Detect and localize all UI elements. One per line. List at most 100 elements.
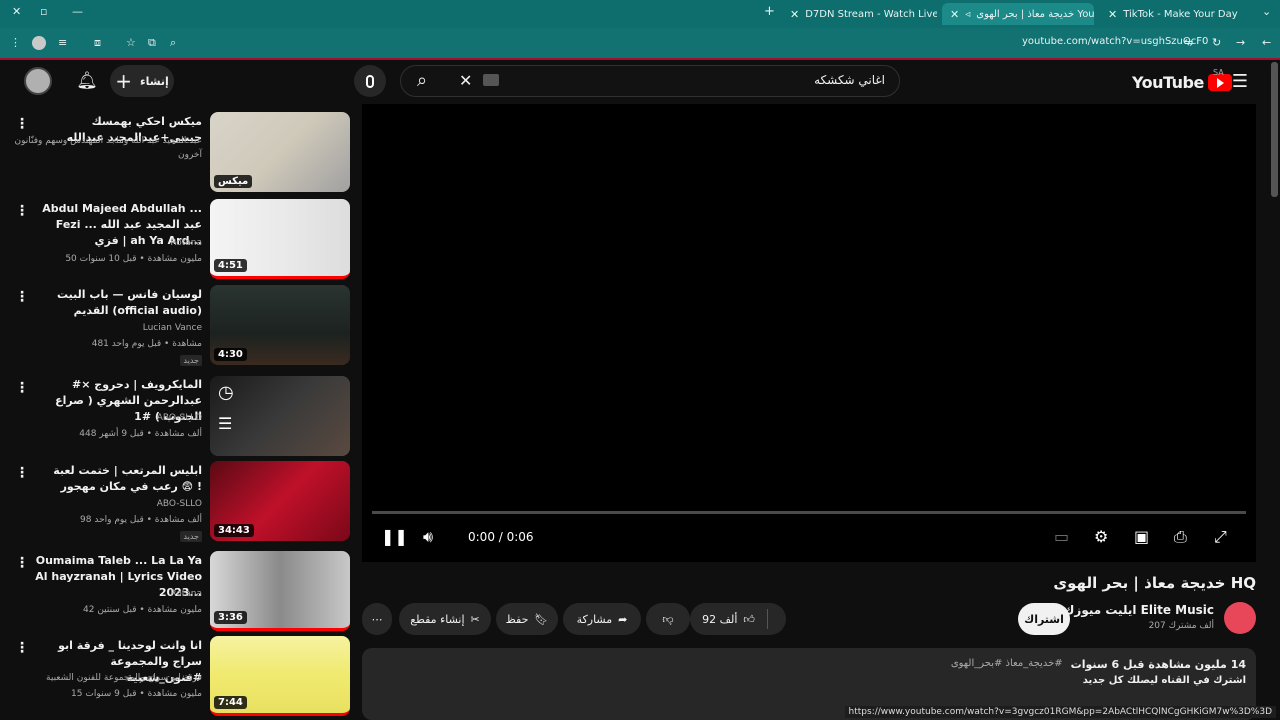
channel-avatar[interactable] <box>1224 602 1256 634</box>
address-bar: ← → ↻ ⇋ youtube.com/watch?v=usghSzuQcF0 … <box>0 28 1280 58</box>
close-icon[interactable]: ✕ <box>12 5 21 18</box>
maximize-icon[interactable]: ▫ <box>40 5 47 18</box>
settings-gear-icon[interactable]: ⚙ <box>1094 527 1108 546</box>
save-label: حفظ <box>505 612 529 626</box>
channel-name[interactable]: عبد المجيد عبد الله وماجد المهندس وسهم و… <box>12 134 202 162</box>
keyboard-icon[interactable] <box>483 74 499 86</box>
share-button[interactable]: مشاركة ➦ <box>563 603 641 635</box>
channel-name-main[interactable]: ايليت ميوزك Elite Music <box>1063 603 1214 617</box>
clip-button[interactable]: إنشاء مقطع ✂ <box>399 603 491 635</box>
bookmark-icon: 🔖︎ <box>534 612 549 626</box>
mix-badge: ميكس <box>214 175 253 188</box>
scissors-icon: ✂ <box>470 612 480 626</box>
video-title[interactable]: لوسيان فانس — باب البيت القديم (official… <box>32 287 202 319</box>
video-views: 481 مشاهدة • قبل يوم واحد <box>91 339 202 349</box>
new-tab-button[interactable]: + <box>764 4 775 19</box>
channel-name[interactable]: فرقة ابو سراج والمجموعة للفنون الشعبية <box>12 671 202 685</box>
subscribe-button[interactable]: اشتراك <box>1018 603 1070 635</box>
profile-icon[interactable] <box>32 36 46 50</box>
dislike-button[interactable]: 👎︎ <box>646 603 690 635</box>
clear-icon[interactable]: ✕ <box>459 71 472 90</box>
video-thumbnail[interactable]: 4:30 <box>210 285 350 365</box>
tab-label: خديجة معاذ | بحر الهوى YouTube <box>976 8 1094 20</box>
region-code: SA <box>1213 68 1224 77</box>
mic-button[interactable] <box>354 65 386 97</box>
likes-count: 92 ألف <box>702 612 738 626</box>
add-to-queue-icon[interactable]: ☰ <box>218 414 232 433</box>
reload-icon[interactable]: ↻ <box>1212 36 1221 49</box>
close-icon[interactable]: ✕ <box>950 8 959 21</box>
back-icon[interactable]: ← <box>1262 36 1271 49</box>
save-button[interactable]: حفظ 🔖︎ <box>496 603 558 635</box>
list-item[interactable]: ميكس ميكس احكي بهمسك حبيبي+عبدالمجيد عبد… <box>10 112 350 194</box>
menu-icon[interactable]: ≡ <box>58 36 67 49</box>
channel-name[interactable]: Rotana <box>12 236 202 250</box>
clip-label: إنشاء مقطع <box>410 612 465 626</box>
watch-later-icon[interactable]: ◷ <box>218 382 234 403</box>
kebab-icon[interactable]: ⋮ <box>10 36 21 49</box>
video-thumbnail[interactable]: ميكس <box>210 112 350 192</box>
screenshot-icon[interactable]: ⧉ <box>148 36 156 50</box>
notifications-bell-icon[interactable]: 🔔︎ <box>74 68 100 94</box>
close-icon[interactable]: ✕ <box>1108 8 1117 21</box>
list-item[interactable]: ◷ ☰ #المايكرويف | دحروج × عبدالرحمن الشه… <box>10 376 350 458</box>
channel-name[interactable]: ABO-SLLO <box>12 497 202 511</box>
captions-icon[interactable]: ▭ <box>1054 527 1069 546</box>
close-icon[interactable]: ✕ <box>790 8 799 21</box>
list-item[interactable]: 3:36 Oumaima Taleb ... La La Ya Al hayzr… <box>10 551 350 633</box>
duration-badge: 7:44 <box>214 696 247 709</box>
chevron-down-icon[interactable]: ⌄ <box>1262 5 1271 18</box>
like-icon[interactable]: 👍︎ <box>743 613 755 626</box>
minimize-icon[interactable]: — <box>72 5 83 18</box>
video-title-main: خديجة معاذ | بحر الهوى HQ <box>1053 574 1256 592</box>
duration-badge: 4:30 <box>214 348 247 361</box>
more-icon[interactable]: ⋮ <box>15 289 29 305</box>
mic-icon <box>366 74 374 88</box>
url-field[interactable]: youtube.com/watch?v=usghSzuQcF0 <box>1022 36 1208 47</box>
channel-name[interactable]: Lucian Vance <box>12 321 202 335</box>
video-thumbnail[interactable]: 7:44 <box>210 636 350 716</box>
zoom-icon[interactable]: ⌕ <box>170 36 176 50</box>
more-icon[interactable]: ⋮ <box>15 380 29 396</box>
list-item[interactable]: 7:44 انا وانت لوحدينا _ فرقة ابو سراج وا… <box>10 636 350 718</box>
star-icon[interactable]: ☆ <box>126 36 136 49</box>
pause-icon[interactable]: ❚❚ <box>381 527 408 546</box>
list-item[interactable]: 4:51 Abdul Majeed Abdullah ... Fezi عبد … <box>10 199 350 281</box>
cast-icon[interactable]: ⎙ <box>1174 527 1187 547</box>
tab-label: TikTok - Make Your Day <box>1123 8 1238 20</box>
search-box[interactable]: اغاني شكشكه ✕ ⌕ <box>400 65 900 97</box>
search-input[interactable]: اغاني شكشكه <box>814 73 885 87</box>
description-tags[interactable]: #خديجة_معاذ #بحر_الهوى <box>951 658 1063 671</box>
video-thumbnail[interactable]: 34:43 <box>210 461 350 541</box>
video-title[interactable]: ابليس المرتعب | ختمت لعبة رعب في مكان مه… <box>32 463 202 495</box>
forward-icon[interactable]: → <box>1236 36 1245 49</box>
more-icon[interactable]: ⋮ <box>15 640 29 656</box>
video-thumbnail[interactable]: 4:51 <box>210 199 350 279</box>
channel-name[interactable]: ABO-SLLO <box>12 411 202 425</box>
search-icon[interactable]: ⌕ <box>417 70 427 91</box>
list-item[interactable]: 34:43 ابليس المرتعب | ختمت لعبة رعب في م… <box>10 461 350 543</box>
avatar[interactable] <box>24 67 52 95</box>
volume-icon[interactable]: 🔊︎ <box>423 527 433 547</box>
video-thumbnail[interactable]: ◷ ☰ <box>210 376 350 456</box>
new-badge: جديد <box>180 355 202 366</box>
tab-youtube[interactable]: ✕ ◃ خديجة معاذ | بحر الهوى YouTube <box>942 3 1094 25</box>
tab-tiktok[interactable]: ✕ TikTok - Make Your Day <box>1100 3 1250 25</box>
progress-bar[interactable] <box>372 511 1246 514</box>
list-item[interactable]: 4:30 لوسيان فانس — باب البيت القديم (off… <box>10 285 350 367</box>
video-views: 98 ألف مشاهدة • قبل يوم واحد <box>80 515 202 525</box>
fullscreen-icon[interactable]: ⤢ <box>1214 527 1227 547</box>
more-icon[interactable]: ⋮ <box>15 203 29 219</box>
theater-mode-icon[interactable]: ▣ <box>1134 527 1149 546</box>
create-button[interactable]: + إنشاء <box>110 65 174 97</box>
tab-kick[interactable]: ✕ D7DN Stream - Watch Live on K <box>782 3 937 25</box>
video-thumbnail[interactable]: 3:36 <box>210 551 350 631</box>
channel-name[interactable]: Rotana <box>12 587 202 601</box>
scrollbar[interactable] <box>1271 62 1278 197</box>
extensions-icon[interactable]: ⧈ <box>94 36 101 50</box>
video-player[interactable] <box>362 104 1256 562</box>
more-actions-button[interactable]: ⋯ <box>362 603 392 635</box>
more-icon[interactable]: ⋮ <box>15 465 29 481</box>
more-icon[interactable]: ⋮ <box>15 555 29 571</box>
more-icon[interactable]: ⋮ <box>15 116 29 132</box>
